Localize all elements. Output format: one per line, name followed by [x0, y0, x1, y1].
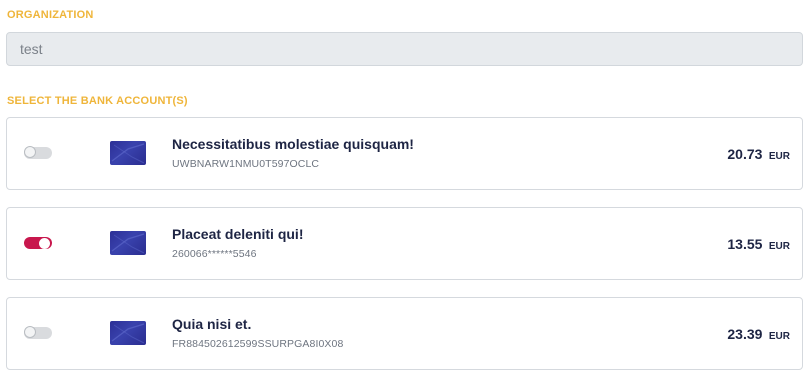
- account-number: UWBNARW1NMU0T597OCLC: [172, 158, 320, 170]
- bank-card-icon: [110, 231, 146, 255]
- bank-account-section-label: SELECT THE BANK ACCOUNT(S): [7, 95, 188, 107]
- organization-label: ORGANIZATION: [7, 9, 94, 21]
- bank-card-icon: [110, 141, 146, 165]
- bank-account-card[interactable]: Quia nisi et. FR884502612599SSURPGA8I0X0…: [6, 297, 803, 370]
- balance-amount: 13.55: [727, 236, 763, 252]
- balance-currency: EUR: [768, 241, 790, 252]
- account-number: FR884502612599SSURPGA8I0X08: [172, 338, 344, 350]
- account-toggle[interactable]: [24, 237, 52, 249]
- account-balance: 13.55 EUR: [727, 236, 790, 254]
- balance-amount: 20.73: [727, 146, 763, 162]
- toggle-knob: [24, 326, 36, 338]
- account-toggle[interactable]: [24, 146, 52, 159]
- bank-account-selection-form: ORGANIZATION test SELECT THE BANK ACCOUN…: [0, 0, 812, 378]
- toggle-knob: [39, 237, 50, 249]
- organization-field: test: [6, 32, 803, 66]
- balance-currency: EUR: [768, 331, 790, 342]
- account-toggle[interactable]: [24, 326, 52, 339]
- balance-amount: 23.39: [727, 326, 763, 342]
- account-number: 260066******5546: [172, 248, 257, 260]
- account-name: Quia nisi et.: [172, 316, 252, 332]
- account-balance: 23.39 EUR: [727, 326, 790, 344]
- account-balance: 20.73 EUR: [727, 146, 790, 164]
- account-name: Placeat deleniti qui!: [172, 226, 304, 242]
- bank-card-icon: [110, 321, 146, 345]
- bank-account-card[interactable]: Necessitatibus molestiae quisquam! UWBNA…: [6, 117, 803, 190]
- bank-account-card[interactable]: Placeat deleniti qui! 260066******5546 1…: [6, 207, 803, 280]
- toggle-knob: [24, 146, 36, 158]
- account-name: Necessitatibus molestiae quisquam!: [172, 136, 414, 152]
- balance-currency: EUR: [768, 151, 790, 162]
